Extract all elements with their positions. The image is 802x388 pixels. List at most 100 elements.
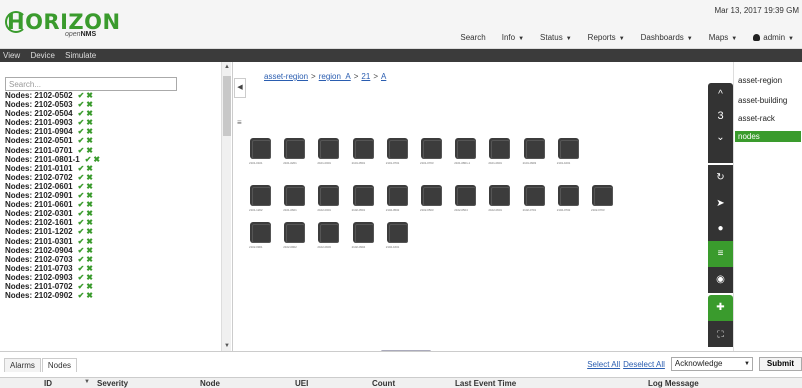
breadcrumb-item[interactable]: asset-region: [264, 72, 308, 81]
remove-icon[interactable]: ✖: [86, 282, 93, 291]
map-node[interactable]: [250, 138, 271, 159]
remove-icon[interactable]: ✖: [86, 218, 93, 227]
map-node[interactable]: [318, 185, 340, 206]
search-result-item[interactable]: Nodes: 2102-0503 ✔ ✖: [5, 100, 220, 109]
search-result-item[interactable]: Nodes: 2101-0801-1 ✔ ✖: [5, 155, 220, 164]
focus-check-icon[interactable]: ✔: [78, 91, 85, 100]
map-node[interactable]: [489, 185, 511, 206]
focus-check-icon[interactable]: ✔: [78, 291, 85, 300]
nav-reports[interactable]: Reports ▼: [580, 33, 633, 42]
focus-check-icon[interactable]: ✔: [78, 209, 85, 218]
remove-icon[interactable]: ✖: [86, 182, 93, 191]
remove-icon[interactable]: ✖: [86, 191, 93, 200]
remove-icon[interactable]: ✖: [86, 136, 93, 145]
acknowledge-select[interactable]: Acknowledge ▼: [670, 357, 753, 371]
remove-icon[interactable]: ✖: [86, 109, 93, 118]
remove-icon[interactable]: ✖: [86, 209, 93, 218]
search-result-item[interactable]: Nodes: 2102-0703 ✔ ✖: [5, 255, 220, 264]
layer-nodes[interactable]: nodes: [735, 131, 801, 142]
menu-simulate[interactable]: Simulate: [61, 49, 100, 62]
map-node[interactable]: [352, 222, 374, 243]
remove-icon[interactable]: ✖: [93, 155, 100, 164]
map-node[interactable]: [318, 138, 340, 159]
view-toggle-button[interactable]: ◉: [708, 267, 733, 293]
nav-info[interactable]: Info ▼: [494, 33, 532, 42]
nav-maps[interactable]: Maps ▼: [701, 33, 746, 42]
search-input[interactable]: [5, 77, 177, 91]
geo-layout-button[interactable]: ●: [708, 217, 733, 241]
search-result-item[interactable]: Nodes: 2102-0904 ✔ ✖: [5, 246, 220, 255]
remove-icon[interactable]: ✖: [86, 237, 93, 246]
remove-icon[interactable]: ✖: [86, 264, 93, 273]
remove-icon[interactable]: ✖: [86, 164, 93, 173]
zoom-level-down-icon[interactable]: ⌄: [708, 122, 733, 143]
map-node[interactable]: [284, 185, 306, 206]
remove-icon[interactable]: ✖: [86, 291, 93, 300]
focus-check-icon[interactable]: ✔: [78, 182, 85, 191]
search-result-item[interactable]: Nodes: 2101-0601 ✔ ✖: [5, 200, 220, 209]
remove-icon[interactable]: ✖: [86, 146, 93, 155]
tab-alarms[interactable]: Alarms: [4, 358, 41, 372]
nav-search[interactable]: Search: [452, 33, 493, 42]
map-node[interactable]: [557, 138, 579, 159]
remove-icon[interactable]: ✖: [86, 127, 93, 136]
map-node[interactable]: [352, 185, 374, 206]
focus-check-icon[interactable]: ✔: [78, 227, 85, 236]
layer-asset-building[interactable]: asset-building: [735, 95, 801, 106]
map-node[interactable]: [250, 222, 271, 243]
breadcrumb-item[interactable]: 21: [361, 72, 370, 81]
horizon-opennms-logo[interactable]: HORIZON openNMS: [5, 10, 120, 42]
nav-dashboards[interactable]: Dashboards ▼: [633, 33, 701, 42]
focus-check-icon[interactable]: ✔: [78, 109, 85, 118]
focus-check-icon[interactable]: ✔: [78, 264, 85, 273]
remove-icon[interactable]: ✖: [86, 200, 93, 209]
remove-icon[interactable]: ✖: [86, 173, 93, 182]
map-node[interactable]: [523, 185, 545, 206]
map-node[interactable]: [592, 185, 613, 206]
nav-admin[interactable]: admin ▼: [745, 33, 802, 42]
remove-icon[interactable]: ✖: [86, 246, 93, 255]
search-result-item[interactable]: Nodes: 2101-1202 ✔ ✖: [5, 227, 220, 236]
layer-asset-rack[interactable]: asset-rack: [735, 113, 801, 124]
search-result-item[interactable]: Nodes: 2102-0502 ✔ ✖: [5, 91, 220, 100]
deselect-all-link[interactable]: Deselect All: [623, 360, 665, 369]
focus-check-icon[interactable]: ✔: [78, 127, 85, 136]
select-all-link[interactable]: Select All: [587, 360, 620, 369]
focus-check-icon[interactable]: ✔: [85, 155, 92, 164]
focus-check-icon[interactable]: ✔: [78, 118, 85, 127]
map-node[interactable]: [386, 185, 408, 206]
remove-icon[interactable]: ✖: [86, 118, 93, 127]
focus-check-icon[interactable]: ✔: [78, 273, 85, 282]
submit-button[interactable]: Submit: [758, 357, 802, 371]
topology-map-canvas[interactable]: 2101-0101 2101-0201 2101-0301 2101-0501 2101…: [249, 135, 720, 260]
search-result-item[interactable]: Nodes: 2102-0301 ✔ ✖: [5, 209, 220, 218]
layer-toggle-button[interactable]: ≡: [708, 241, 733, 267]
fit-to-view-button[interactable]: ⛶: [708, 321, 733, 347]
search-panel-scrollbar[interactable]: ▲ ▼: [221, 62, 231, 351]
menu-device[interactable]: Device: [26, 49, 58, 62]
focus-check-icon[interactable]: ✔: [78, 255, 85, 264]
map-node[interactable]: [421, 138, 442, 159]
focus-check-icon[interactable]: ✔: [78, 173, 85, 182]
scroll-up-icon[interactable]: ▲: [224, 64, 230, 70]
map-node[interactable]: [489, 138, 511, 159]
sort-desc-icon[interactable]: ▼: [84, 379, 90, 385]
map-node[interactable]: [523, 138, 545, 159]
map-node[interactable]: [284, 222, 306, 243]
search-result-item[interactable]: Nodes: 2101-0101 ✔ ✖: [5, 164, 220, 173]
focus-check-icon[interactable]: ✔: [78, 237, 85, 246]
search-result-item[interactable]: Nodes: 2101-0702 ✔ ✖: [5, 282, 220, 291]
map-node[interactable]: [421, 185, 442, 206]
pan-mode-button[interactable]: ✚: [708, 295, 733, 321]
focus-check-icon[interactable]: ✔: [78, 100, 85, 109]
focus-check-icon[interactable]: ✔: [78, 246, 85, 255]
zoom-level-up-icon[interactable]: ^: [708, 83, 733, 100]
focus-check-icon[interactable]: ✔: [78, 164, 85, 173]
search-result-item[interactable]: Nodes: 2102-0903 ✔ ✖: [5, 273, 220, 282]
breadcrumb-item[interactable]: region_A: [319, 72, 351, 81]
search-result-item[interactable]: Nodes: 2102-0901 ✔ ✖: [5, 191, 220, 200]
tab-nodes[interactable]: Nodes: [41, 358, 78, 372]
focus-check-icon[interactable]: ✔: [78, 218, 85, 227]
focus-check-icon[interactable]: ✔: [78, 146, 85, 155]
search-result-item[interactable]: Nodes: 2101-0701 ✔ ✖: [5, 146, 220, 155]
